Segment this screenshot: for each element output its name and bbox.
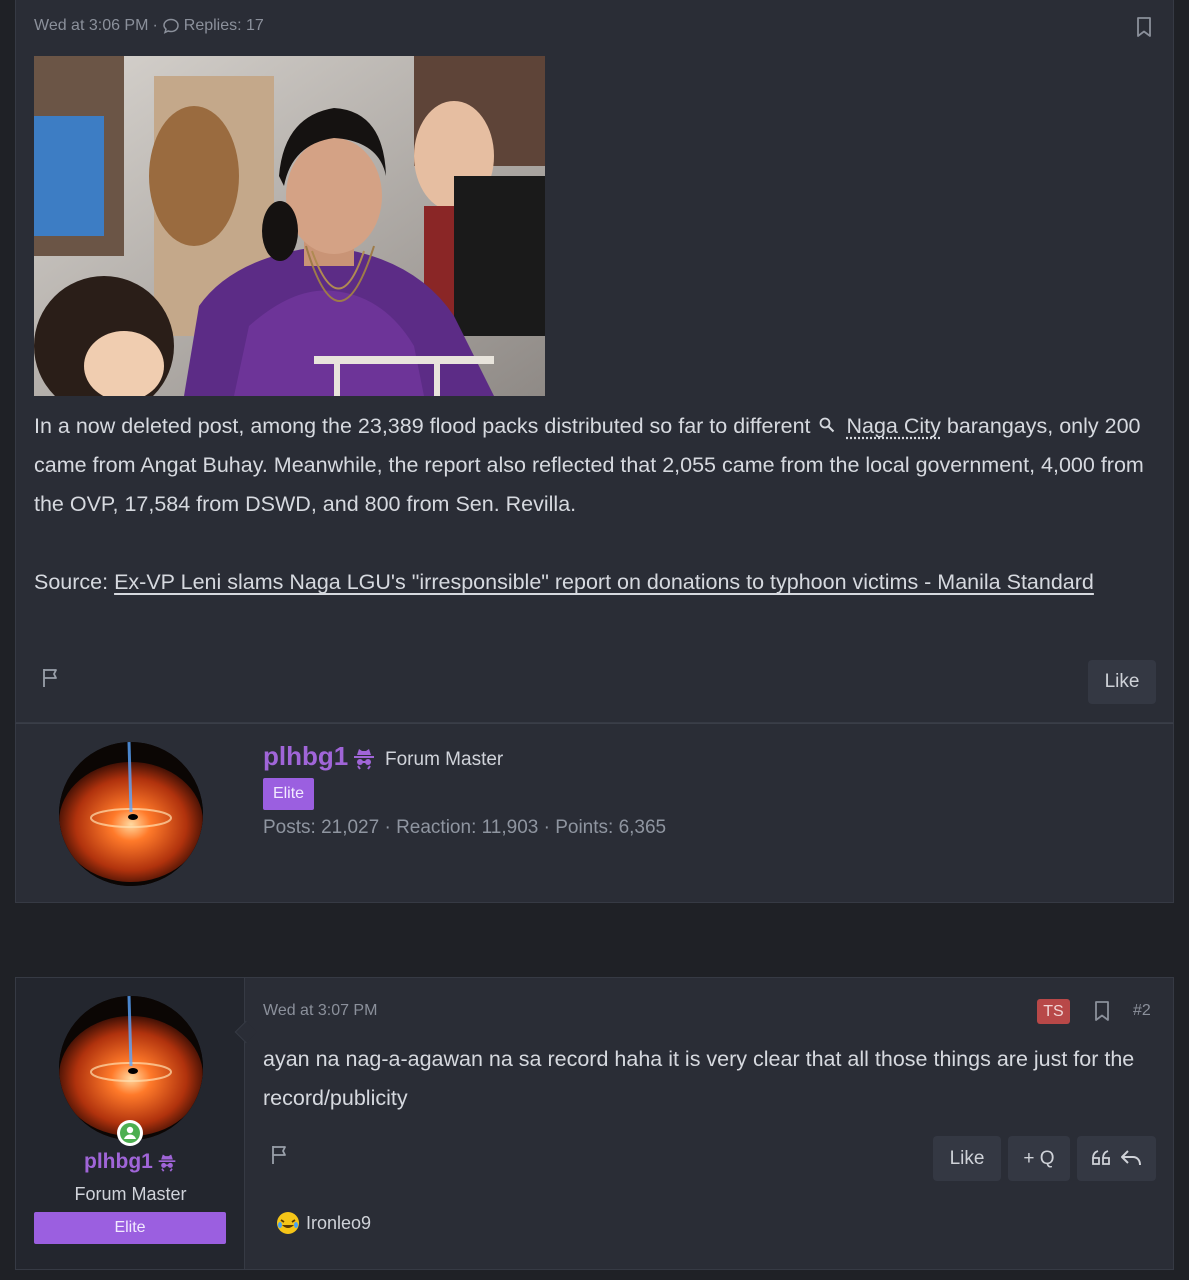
reactions-bar[interactable]: Ironleo9 [276, 1211, 371, 1235]
user-column: plhbg1 Forum Master Elite [16, 978, 245, 1269]
post-source: Source: Ex-VP Leni slams Naga LGU's "irr… [34, 563, 1159, 602]
multi-quote-button[interactable]: + Q [1008, 1136, 1070, 1181]
post-timestamp[interactable]: Wed at 3:07 PM [263, 1002, 377, 1020]
post-number[interactable]: #2 [1133, 1002, 1151, 1020]
source-link[interactable]: Ex-VP Leni slams Naga LGU's "irresponsib… [114, 570, 1094, 594]
elite-badge: Elite [34, 1212, 226, 1244]
quote-icon [1091, 1148, 1113, 1170]
user-title: Forum Master [385, 749, 504, 770]
post-body: In a now deleted post, among the 23,389 … [34, 407, 1159, 524]
username-link[interactable]: plhbg1 [263, 741, 376, 772]
source-label: Source: [34, 570, 109, 594]
incognito-icon [157, 1150, 177, 1174]
meta-separator: · [152, 17, 158, 35]
reactor-name[interactable]: Ironleo9 [306, 1213, 371, 1234]
report-flag-icon[interactable] [270, 1144, 292, 1171]
username-link[interactable]: plhbg1 [84, 1150, 177, 1174]
speech-bubble-icon [162, 17, 180, 35]
search-icon [816, 414, 846, 438]
avatar[interactable] [59, 742, 203, 886]
post-image[interactable] [34, 56, 545, 396]
post-2: plhbg1 Forum Master Elite Wed at 3:07 PM… [15, 977, 1174, 1270]
incognito-icon [352, 741, 376, 772]
body-line1: In a now deleted post, among the 23,389 … [34, 414, 811, 438]
post-meta: Wed at 3:07 PM [263, 1002, 377, 1020]
report-flag-icon[interactable] [41, 667, 63, 694]
avatar[interactable] [59, 996, 203, 1140]
replies-count: Replies: 17 [183, 17, 264, 35]
reply-icon [1119, 1147, 1143, 1169]
laughing-emoji-icon [276, 1211, 300, 1235]
user-stats: Posts: 21,027 · Reaction: 11,903 · Point… [263, 817, 667, 838]
bookmark-icon[interactable] [1093, 1000, 1111, 1027]
author-info-box: plhbg1 Forum Master Elite Posts: 21,027 … [15, 723, 1174, 903]
username[interactable]: plhbg1 [263, 741, 348, 772]
post-number-label[interactable]: #2 [1133, 1002, 1151, 1020]
like-button[interactable]: Like [1088, 660, 1156, 704]
like-button[interactable]: Like [933, 1136, 1001, 1181]
ts-badge: TS [1037, 999, 1070, 1024]
user-title: Forum Master [74, 1184, 187, 1204]
username[interactable]: plhbg1 [84, 1150, 153, 1174]
post-timestamp[interactable]: Wed at 3:06 PM [34, 17, 148, 35]
naga-city-link[interactable]: Naga City [846, 414, 940, 438]
post-meta: Wed at 3:06 PM · Replies: 17 [34, 17, 264, 35]
post-1: Wed at 3:06 PM · Replies: 17 In a now de… [15, 0, 1174, 723]
reply-button[interactable] [1077, 1136, 1156, 1181]
post-body: ayan na nag-a-agawan na sa record haha i… [263, 1047, 1135, 1110]
online-status-icon [117, 1120, 143, 1146]
bookmark-icon[interactable] [1135, 16, 1153, 43]
elite-badge: Elite [263, 778, 314, 810]
